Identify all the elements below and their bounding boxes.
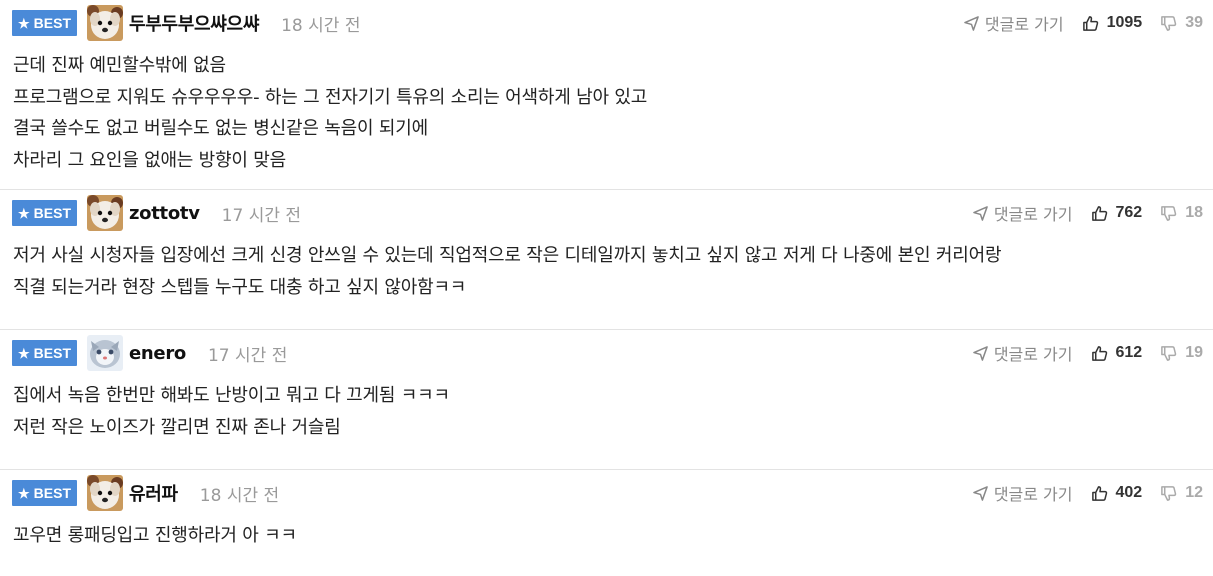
timestamp: 18 시간 전 [199, 485, 280, 506]
reply-label: 댓글로 가기 [984, 15, 1064, 34]
reply-link[interactable]: 댓글로 가기 [973, 201, 1073, 225]
upvote-button[interactable]: 402 [1091, 484, 1143, 502]
comment-item: ★ BEST enero 17 시간 전 댓글로 가기 612 19 집에서 녹… [0, 330, 1213, 470]
comment-line: 꼬우면 롱패딩입고 진행하라거 아 ㅋㅋ [13, 525, 297, 546]
thumbs-up-icon [1091, 205, 1108, 222]
comment-body: 꼬우면 롱패딩입고 진행하라거 아 ㅋㅋ [13, 520, 1205, 552]
downvote-count: 39 [1185, 14, 1203, 31]
avatar[interactable] [87, 475, 123, 511]
timestamp: 18 시간 전 [281, 15, 361, 36]
downvote-button[interactable]: 19 [1160, 344, 1203, 362]
comment-header: ★ BEST zottotv 17 시간 전 댓글로 가기 762 18 [12, 195, 1213, 231]
best-label: BEST [33, 485, 71, 501]
comment-item: ★ BEST 두부두부으쌰으쌰 18 시간 전 댓글로 가기 1095 39 근… [0, 0, 1213, 190]
downvote-button[interactable]: 39 [1160, 14, 1203, 32]
upvote-button[interactable]: 1095 [1082, 14, 1143, 32]
comment-actions: 댓글로 가기 1095 39 [964, 6, 1203, 40]
comment-item: ★ BEST 유러파 18 시간 전 댓글로 가기 402 12 꼬우면 롱패딩… [0, 470, 1213, 576]
reply-label: 댓글로 가기 [993, 205, 1073, 224]
downvote-button[interactable]: 12 [1160, 484, 1203, 502]
send-icon [964, 15, 985, 31]
thumbs-up-icon [1091, 345, 1108, 362]
comment-line: 집에서 녹음 한번만 해봐도 난방이고 뭐고 다 끄게됨 ㅋㅋㅋ [13, 385, 450, 406]
star-icon: ★ [18, 15, 30, 31]
star-icon: ★ [18, 205, 30, 221]
avatar[interactable] [87, 5, 123, 41]
best-badge: ★ BEST [12, 10, 77, 36]
nickname[interactable]: zottotv [129, 203, 200, 224]
thumbs-down-icon [1160, 15, 1177, 32]
upvote-count: 402 [1115, 484, 1143, 501]
comment-body: 근데 진짜 예민할수밖에 없음프로그램으로 지워도 슈우우우우- 하는 그 전자… [13, 50, 1205, 176]
comment-header: ★ BEST 두부두부으쌰으쌰 18 시간 전 댓글로 가기 1095 39 [12, 5, 1213, 41]
reply-link[interactable]: 댓글로 가기 [973, 481, 1073, 505]
downvote-count: 18 [1185, 204, 1203, 221]
thumbs-up-icon [1091, 485, 1108, 502]
thumbs-down-icon [1160, 345, 1177, 362]
comment-header: ★ BEST 유러파 18 시간 전 댓글로 가기 402 12 [12, 475, 1213, 511]
best-label: BEST [33, 205, 71, 221]
send-icon [973, 205, 994, 221]
reply-label: 댓글로 가기 [993, 345, 1073, 364]
comment-body: 집에서 녹음 한번만 해봐도 난방이고 뭐고 다 끄게됨 ㅋㅋㅋ 저런 작은 노이… [13, 380, 1205, 443]
nickname[interactable]: 유러파 [129, 480, 178, 506]
upvote-count: 612 [1115, 344, 1143, 361]
comment-line: 결국 쓸수도 없고 버릴수도 없는 병신같은 녹음이 되기에 [13, 118, 428, 139]
upvote-count: 1095 [1106, 14, 1143, 31]
nickname[interactable]: 두부두부으쌰으쌰 [129, 10, 259, 36]
best-badge: ★ BEST [12, 200, 77, 226]
comment-line: 차라리 그 요인을 없애는 방향이 맞음 [13, 149, 287, 171]
comment-line: 저거 사실 시청자들 입장에선 크게 신경 안쓰일 수 있는데 직업적으로 작은… [13, 245, 1002, 266]
comment-line: 근데 진짜 예민할수밖에 없음 [13, 55, 226, 76]
downvote-count: 19 [1185, 344, 1203, 361]
comment-line: 직결 되는거라 현장 스텝들 누구도 대충 하고 싶지 않아함ㅋㅋ [13, 276, 467, 298]
reply-link[interactable]: 댓글로 가기 [973, 341, 1073, 365]
upvote-button[interactable]: 612 [1091, 344, 1143, 362]
nickname[interactable]: enero [129, 343, 186, 364]
thumbs-up-icon [1082, 15, 1099, 32]
upvote-count: 762 [1115, 204, 1143, 221]
best-badge: ★ BEST [12, 340, 77, 366]
comment-line: 프로그램으로 지워도 슈우우우우- 하는 그 전자기기 특유의 소리는 어색하게… [13, 86, 648, 108]
comment-body: 저거 사실 시청자들 입장에선 크게 신경 안쓰일 수 있는데 직업적으로 작은… [13, 240, 1205, 303]
best-label: BEST [33, 15, 71, 31]
thumbs-down-icon [1160, 485, 1177, 502]
timestamp: 17 시간 전 [207, 345, 288, 366]
reply-link[interactable]: 댓글로 가기 [964, 11, 1064, 35]
best-badge: ★ BEST [12, 480, 77, 506]
best-label: BEST [33, 345, 71, 361]
star-icon: ★ [18, 345, 30, 361]
comment-actions: 댓글로 가기 402 12 [973, 476, 1203, 510]
star-icon: ★ [18, 485, 30, 501]
downvote-button[interactable]: 18 [1160, 204, 1203, 222]
comment-actions: 댓글로 가기 762 18 [973, 196, 1203, 230]
reply-label: 댓글로 가기 [993, 485, 1073, 504]
comment-item: ★ BEST zottotv 17 시간 전 댓글로 가기 762 18 저거 … [0, 190, 1213, 330]
upvote-button[interactable]: 762 [1091, 204, 1143, 222]
comment-actions: 댓글로 가기 612 19 [973, 336, 1203, 370]
avatar[interactable] [87, 335, 123, 371]
avatar[interactable] [87, 195, 123, 231]
comment-header: ★ BEST enero 17 시간 전 댓글로 가기 612 19 [12, 335, 1213, 371]
thumbs-down-icon [1160, 205, 1177, 222]
downvote-count: 12 [1185, 484, 1203, 501]
send-icon [973, 485, 994, 501]
comment-line: 저런 작은 노이즈가 깔리면 진짜 존나 거슬림 [13, 416, 341, 438]
timestamp: 17 시간 전 [221, 205, 302, 226]
send-icon [973, 345, 994, 361]
